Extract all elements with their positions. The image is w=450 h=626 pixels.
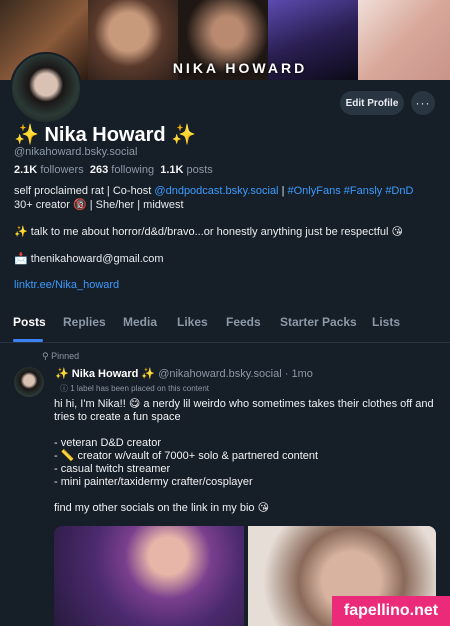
sparkle-icon: ✨ xyxy=(14,124,39,146)
bio-email: 📩 thenikahoward@gmail.com xyxy=(14,253,164,265)
edit-profile-button[interactable]: Edit Profile xyxy=(340,91,404,115)
tab-feeds[interactable]: Feeds xyxy=(226,315,261,329)
post-author[interactable]: ✨ Nika Howard ✨ xyxy=(55,368,155,380)
pin-icon: ⚲ xyxy=(42,351,52,361)
following-link[interactable]: 263 following xyxy=(90,164,154,176)
linktree-link[interactable]: linktr.ee/Nika_howard xyxy=(14,279,119,291)
watermark: fapellino.net xyxy=(332,596,450,626)
post-time: · 1mo xyxy=(284,368,313,380)
tab-likes[interactable]: Likes xyxy=(177,315,208,329)
banner-photo-5 xyxy=(358,0,450,80)
posts-count: 1.1K posts xyxy=(160,164,213,176)
post-avatar[interactable] xyxy=(14,367,44,397)
avatar[interactable] xyxy=(10,52,82,124)
followers-link[interactable]: 2.1K followers xyxy=(14,164,84,176)
tab-starter-packs[interactable]: Starter Packs xyxy=(280,315,357,329)
content-label-notice[interactable]: ⓘ 1 label has been placed on this conten… xyxy=(60,383,209,394)
profile-handle: @nikahoward.bsky.social xyxy=(14,146,138,158)
dndpodcast-link[interactable]: @dndpodcast.bsky.social xyxy=(154,185,278,197)
info-icon: ⓘ xyxy=(60,384,71,393)
bio-line: ✨ talk to me about horror/d&d/bravo...or… xyxy=(14,226,403,238)
hashtag-links[interactable]: #OnlyFans #Fansly #DnD xyxy=(288,185,414,197)
post-image-1[interactable] xyxy=(54,526,244,626)
tab-lists[interactable]: Lists xyxy=(372,315,400,329)
post-header: ✨ Nika Howard ✨ @nikahoward.bsky.social … xyxy=(55,367,313,380)
pinned-indicator: ⚲ Pinned xyxy=(42,351,80,361)
tab-posts[interactable]: Posts xyxy=(13,315,46,329)
tab-replies[interactable]: Replies xyxy=(63,315,106,329)
profile-bio: self proclaimed rat | Co-host @dndpodcas… xyxy=(14,185,414,211)
post-handle[interactable]: @nikahoward.bsky.social xyxy=(158,368,281,380)
display-name-text: Nika Howard xyxy=(44,124,166,146)
banner-name-text: NIKA HOWARD xyxy=(172,60,308,76)
display-name: ✨ Nika Howard ✨ xyxy=(14,122,196,147)
active-tab-indicator xyxy=(13,339,43,342)
more-options-button[interactable]: ··· xyxy=(411,91,435,115)
profile-stats: 2.1K followers 263 following 1.1K posts xyxy=(14,164,213,176)
tab-media[interactable]: Media xyxy=(123,315,157,329)
profile-tabs: Posts Replies Media Likes Feeds Starter … xyxy=(0,302,450,343)
sparkle-icon: ✨ xyxy=(171,124,197,146)
post-text: hi hi, I'm Nika!! 😋 a nerdy lil weirdo w… xyxy=(54,398,434,514)
